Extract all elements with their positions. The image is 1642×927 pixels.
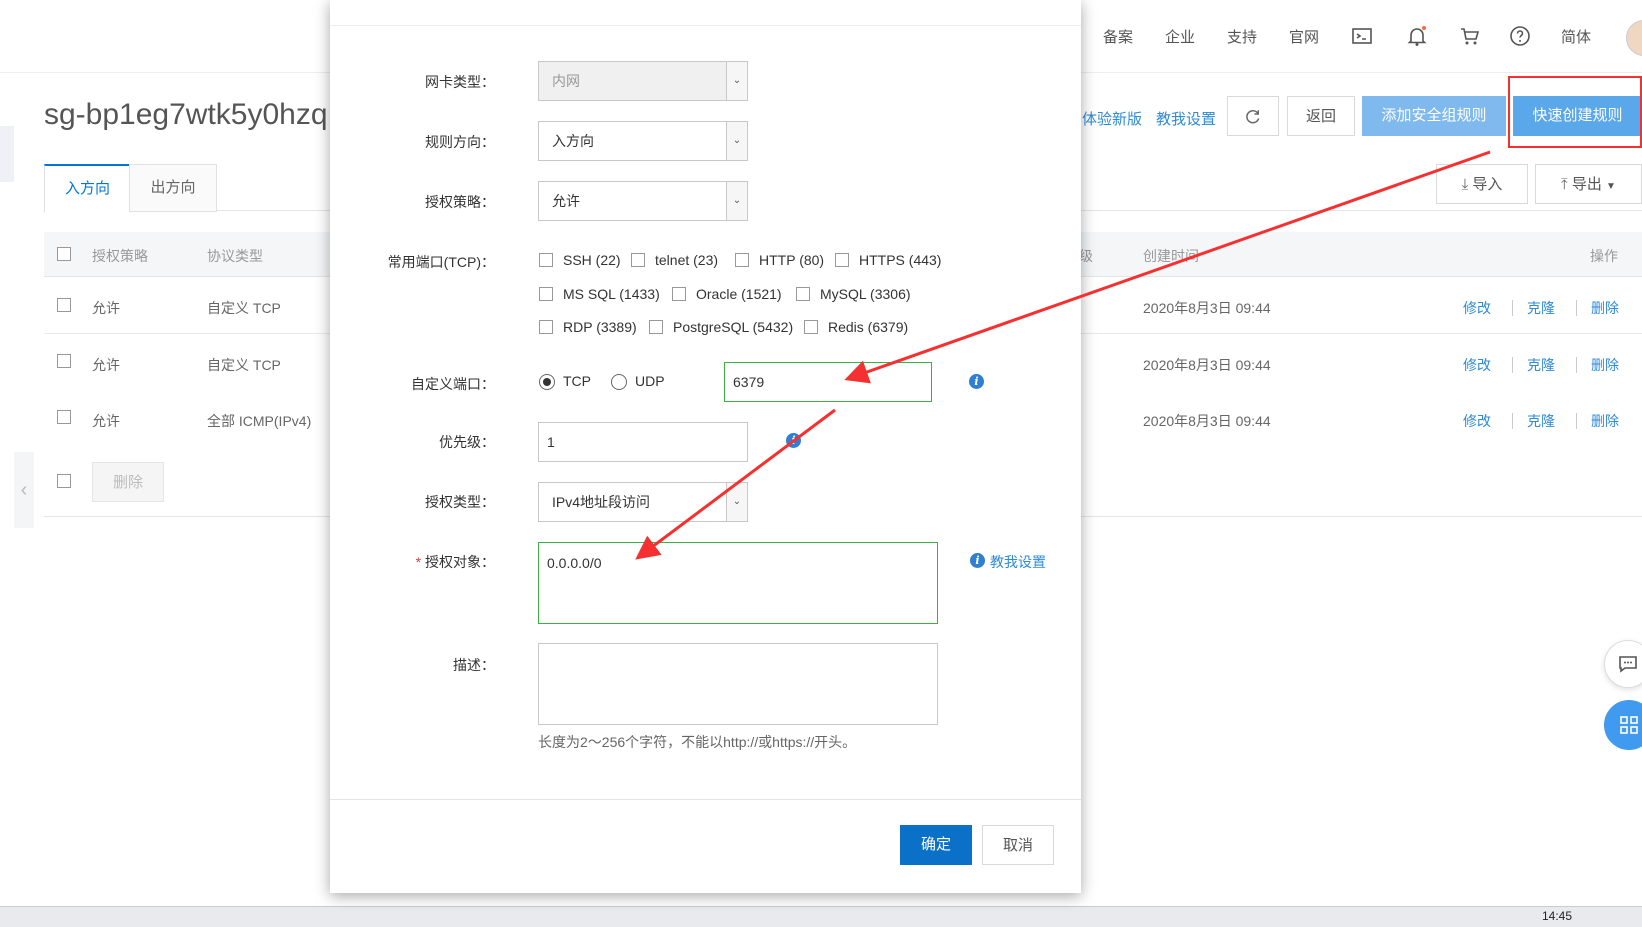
annotation-arrow-to-port: [844, 150, 1491, 384]
annotation-arrows: [635, 150, 1491, 560]
annotation-arrow-to-auth-object: [635, 408, 836, 560]
